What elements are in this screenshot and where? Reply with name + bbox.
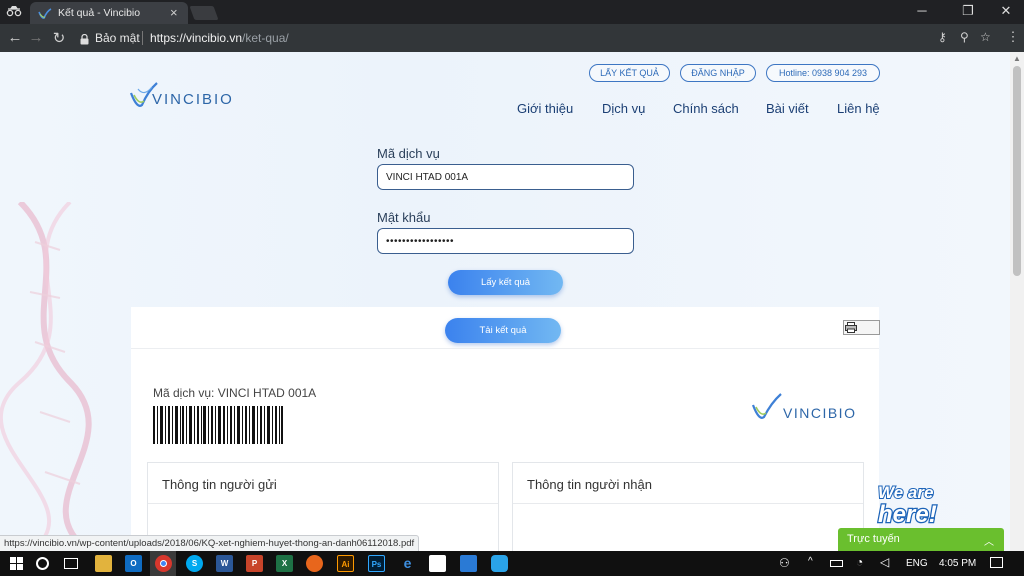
chrome-icon[interactable] <box>155 555 172 572</box>
password-label: Mật khẩu <box>377 210 431 225</box>
forward-icon[interactable]: → <box>27 29 45 46</box>
receiver-info-title: Thông tin người nhận <box>527 477 652 492</box>
panel-divider <box>131 348 879 349</box>
service-code-input[interactable] <box>377 164 634 190</box>
vincibio-logo[interactable]: VINCIBIO <box>130 79 250 109</box>
language-indicator[interactable]: ENG <box>906 558 928 569</box>
clock-time[interactable]: 4:05 PM <box>939 558 976 569</box>
url-host: https://vincibio.vn <box>150 31 243 45</box>
firefox-icon[interactable] <box>306 555 323 572</box>
tab-close-icon[interactable]: × <box>170 5 178 20</box>
illustrator-icon[interactable]: Ai <box>337 555 354 572</box>
logo-text: VINCIBIO <box>152 91 234 108</box>
page-scrollbar[interactable]: ▲ <box>1010 52 1024 551</box>
we-are-here-badge[interactable]: We are here! <box>874 478 970 526</box>
service-code-text: Mã dịch vụ: VINCI HTAD 001A <box>153 386 317 400</box>
people-icon[interactable]: ⚇ <box>779 556 790 570</box>
browser-tab[interactable]: Kết quả - Vincibio × <box>30 2 188 24</box>
skype-icon[interactable]: S <box>186 555 203 572</box>
wifi-icon[interactable]: ◔ <box>856 555 863 569</box>
bookmark-star-icon[interactable]: ☆ <box>980 30 991 44</box>
task-view-icon[interactable] <box>64 558 78 569</box>
service-code-label: Mã dịch vụ <box>377 146 440 161</box>
incognito-icon <box>6 5 22 19</box>
secure-label: Bảo mật <box>95 31 140 45</box>
receiver-info-card: Thông tin người nhận <box>512 462 864 551</box>
search-circle-icon[interactable] <box>36 557 49 570</box>
browser-toolbar: ← → ↻ Bảo mật https://vincibio.vn/ket-qu… <box>0 24 1024 52</box>
omnibox-separator <box>142 31 143 45</box>
svg-text:here!: here! <box>878 501 937 526</box>
tab-title: Kết quả - Vincibio <box>58 7 141 19</box>
excel-icon[interactable]: X <box>276 555 293 572</box>
result-panel: Tải kết quả Mã dịch vụ: VINCI HTAD 001A <box>131 307 880 551</box>
nav-services[interactable]: Dịch vụ <box>602 101 645 116</box>
logo-small-text: VINCIBIO <box>783 405 857 421</box>
word-icon[interactable]: W <box>216 555 233 572</box>
live-chat-bar[interactable]: Trực tuyến ︿ <box>838 528 1004 551</box>
edge-icon[interactable]: e <box>399 555 416 572</box>
nav-policy[interactable]: Chính sách <box>673 101 739 116</box>
menu-dots-icon[interactable]: ⋮ <box>1004 29 1022 45</box>
windows-taskbar: O S W P X Ai Ps e ⚇ ^ ◔ ◁ ENG 4:05 PM <box>0 551 1024 576</box>
address-bar[interactable]: Bảo mật https://vincibio.vn/ket-qua/ ⚷ ⚲… <box>76 27 1006 49</box>
password-input[interactable] <box>377 228 634 254</box>
get-results-link[interactable]: LẤY KẾT QUẢ <box>589 64 670 82</box>
url-path: /ket-qua/ <box>242 31 289 45</box>
notification-icon[interactable] <box>990 557 1003 568</box>
print-icon <box>845 322 857 333</box>
chevron-up-icon[interactable]: ︿ <box>984 533 994 548</box>
new-tab-button[interactable] <box>189 6 219 20</box>
window-close-icon[interactable]: ✕ <box>996 3 1016 19</box>
dna-helix-decoration <box>0 202 92 551</box>
web-page: VINCIBIO LẤY KẾT QUẢ ĐĂNG NHẬP Hotline: … <box>0 52 1010 551</box>
vincibio-favicon-icon <box>38 7 52 19</box>
browser-tab-bar: Kết quả - Vincibio × ─ ❐ ✕ <box>0 0 1024 24</box>
tray-chevron-icon[interactable]: ^ <box>808 556 813 567</box>
calculator-icon[interactable] <box>460 555 477 572</box>
zoom-icon[interactable]: ⚲ <box>960 30 969 44</box>
volume-icon[interactable]: ◁ <box>880 555 889 569</box>
sender-info-title: Thông tin người gửi <box>162 477 277 492</box>
get-results-button[interactable]: Lấy kết quả <box>448 270 563 295</box>
file-explorer-icon[interactable] <box>95 555 112 572</box>
live-chat-title: Trực tuyến <box>847 533 900 545</box>
print-button[interactable] <box>843 320 880 335</box>
back-icon[interactable]: ← <box>6 29 24 46</box>
lock-icon <box>80 32 89 45</box>
status-bar-url: https://vincibio.vn/wp-content/uploads/2… <box>0 535 420 552</box>
download-results-button[interactable]: Tải kết quả <box>445 318 561 343</box>
powerpoint-icon[interactable]: P <box>246 555 263 572</box>
battery-icon[interactable] <box>830 560 843 567</box>
photoshop-icon[interactable]: Ps <box>368 555 385 572</box>
nav-contact[interactable]: Liên hệ <box>837 101 880 116</box>
hotline-link[interactable]: Hotline: 0938 904 293 <box>766 64 880 82</box>
scroll-up-icon[interactable]: ▲ <box>1013 54 1021 63</box>
windows-start-icon[interactable] <box>10 557 23 575</box>
sticky-app-icon[interactable] <box>429 555 446 572</box>
svg-text:We are: We are <box>878 483 933 502</box>
url-text: https://vincibio.vn/ket-qua/ <box>150 31 289 45</box>
login-link[interactable]: ĐĂNG NHẬP <box>680 64 756 82</box>
restore-icon[interactable]: ❐ <box>958 3 978 19</box>
card-divider <box>148 503 498 504</box>
minimize-icon[interactable]: ─ <box>912 3 932 18</box>
nav-articles[interactable]: Bài viết <box>766 101 809 116</box>
barcode-image <box>153 406 283 444</box>
chat-app-icon[interactable] <box>491 555 508 572</box>
key-icon[interactable]: ⚷ <box>938 30 947 44</box>
reload-icon[interactable]: ↻ <box>50 29 68 47</box>
card-divider <box>513 503 863 504</box>
vincibio-logo-small: VINCIBIO <box>751 391 871 421</box>
outlook-icon[interactable]: O <box>125 555 142 572</box>
scroll-thumb[interactable] <box>1013 66 1021 276</box>
nav-about[interactable]: Giới thiệu <box>517 101 573 116</box>
